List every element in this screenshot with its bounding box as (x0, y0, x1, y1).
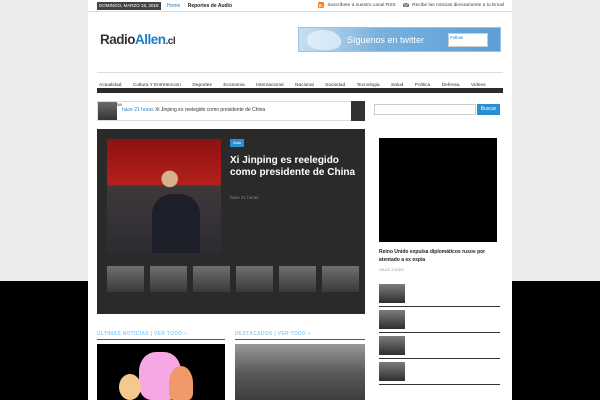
subscribe-links: Suscríbete a nuestro canal RSS Recibe la… (312, 2, 504, 10)
thumbnail[interactable] (236, 266, 273, 292)
email-icon (402, 2, 409, 7)
list-item[interactable]: País: Sebastián Piñera asume su segundo … (379, 284, 500, 307)
twitter-banner[interactable]: Síguenos en twitter Follow (298, 27, 501, 52)
logo-suffix: .cl (165, 36, 176, 47)
featured-image[interactable] (107, 139, 221, 253)
ticker-next-button[interactable] (351, 101, 365, 121)
top-bar: DOMINGO, MARZO 18, 2018 Home Reportes de… (88, 0, 512, 12)
thumbnail[interactable] (193, 266, 230, 292)
latest-news-header[interactable]: ÚLTIMAS NOTICIAS | VER TODO » (97, 331, 187, 337)
page-container: DOMINGO, MARZO 18, 2018 Home Reportes de… (88, 0, 512, 400)
top-link-audio-reports[interactable]: Reportes de Audio (188, 3, 232, 9)
email-link[interactable]: Recibe las noticias directamente a tu Em… (402, 2, 504, 9)
featured-time: hace 21 horas (230, 195, 259, 200)
twitter-bird-icon (307, 30, 341, 50)
logo-main: Radio (100, 32, 136, 47)
highlights-header[interactable]: DESTACADOS | VER TODO » (235, 331, 311, 337)
list-item-thumbnail (379, 362, 405, 381)
date-badge: DOMINGO, MARZO 18, 2018 (97, 2, 161, 10)
thumbnail[interactable] (279, 266, 316, 292)
featured-title[interactable]: Xi Jinping es reelegido como presidente … (230, 155, 358, 179)
category-tag[interactable]: Asia (230, 139, 244, 147)
twitter-banner-text: Síguenos en twitter (347, 35, 425, 45)
search-button[interactable]: Buscar (477, 104, 500, 115)
main-nav: Actualidad Cultura Y Entretencion Deport… (97, 72, 503, 108)
list-item-thumbnail (379, 336, 405, 355)
ticker-headline[interactable]: Xi Jinping es reelegido como presidente … (155, 107, 265, 113)
logo-accent: Allen (135, 32, 166, 47)
thumbnail[interactable] (107, 266, 144, 292)
list-item-title: País: Sebastián Piñera asume su segundo … (409, 285, 496, 296)
rss-label: Suscríbete a nuestro canal RSS (327, 3, 396, 9)
divider (235, 339, 365, 340)
featured-image-figure (152, 194, 200, 253)
list-item-title: Autocidiología: Río Tinto es Marte en la… (409, 337, 490, 348)
top-links: Home Reportes de Audio (167, 2, 238, 10)
rss-link[interactable]: Suscríbete a nuestro canal RSS (317, 2, 397, 9)
twitter-follow-button[interactable]: Follow (448, 33, 488, 47)
list-item[interactable]: Autocidiología: Río Tinto es Marte en la… (379, 336, 500, 359)
highlights-image[interactable] (235, 344, 365, 400)
sidebar-news-list: País: Sebastián Piñera asume su segundo … (379, 284, 500, 388)
latest-news-image[interactable] (97, 344, 225, 400)
cartoon-figure (169, 366, 193, 400)
site-logo[interactable]: RadioAllen.cl (100, 32, 176, 47)
breaking-ticker[interactable]: hace 21 horas Xi Jinping es reelegido co… (97, 101, 365, 121)
divider (97, 339, 225, 340)
cartoon-figure (119, 374, 141, 400)
thumbnail[interactable] (150, 266, 187, 292)
rss-icon (317, 2, 324, 8)
email-label: Recibe las noticias directamente a tu Em… (412, 3, 504, 9)
ticker-text: hace 21 horas Xi Jinping es reelegido co… (122, 107, 265, 113)
sidebar-main-time: HACE 3 DÍAS (379, 267, 404, 272)
top-link-home[interactable]: Home (167, 3, 180, 9)
list-item[interactable]: 30 personas fallecen en autobús que cayó… (379, 362, 500, 385)
nav-stripe (97, 88, 503, 93)
featured-thumbnail-strip (107, 266, 359, 292)
featured-article: Asia Xi Jinping es reelegido como presid… (97, 129, 365, 314)
sidebar-main-title[interactable]: Reino Unido expulsa diplomáticos rusos p… (379, 248, 499, 264)
list-item-title: #8DEMUJER: Diputadas molestas envían un … (409, 311, 498, 328)
list-item-thumbnail (379, 310, 405, 329)
search-input[interactable] (374, 104, 476, 115)
list-item[interactable]: #8DEMUJER: Diputadas molestas envían un … (379, 310, 500, 333)
list-item-title: 30 personas fallecen en autobús que cayó… (409, 363, 496, 374)
list-item-thumbnail (379, 284, 405, 303)
video-player[interactable] (379, 138, 497, 242)
thumbnail[interactable] (322, 266, 359, 292)
ticker-time: hace 21 horas (122, 107, 154, 113)
ticker-thumbnail (98, 102, 117, 120)
